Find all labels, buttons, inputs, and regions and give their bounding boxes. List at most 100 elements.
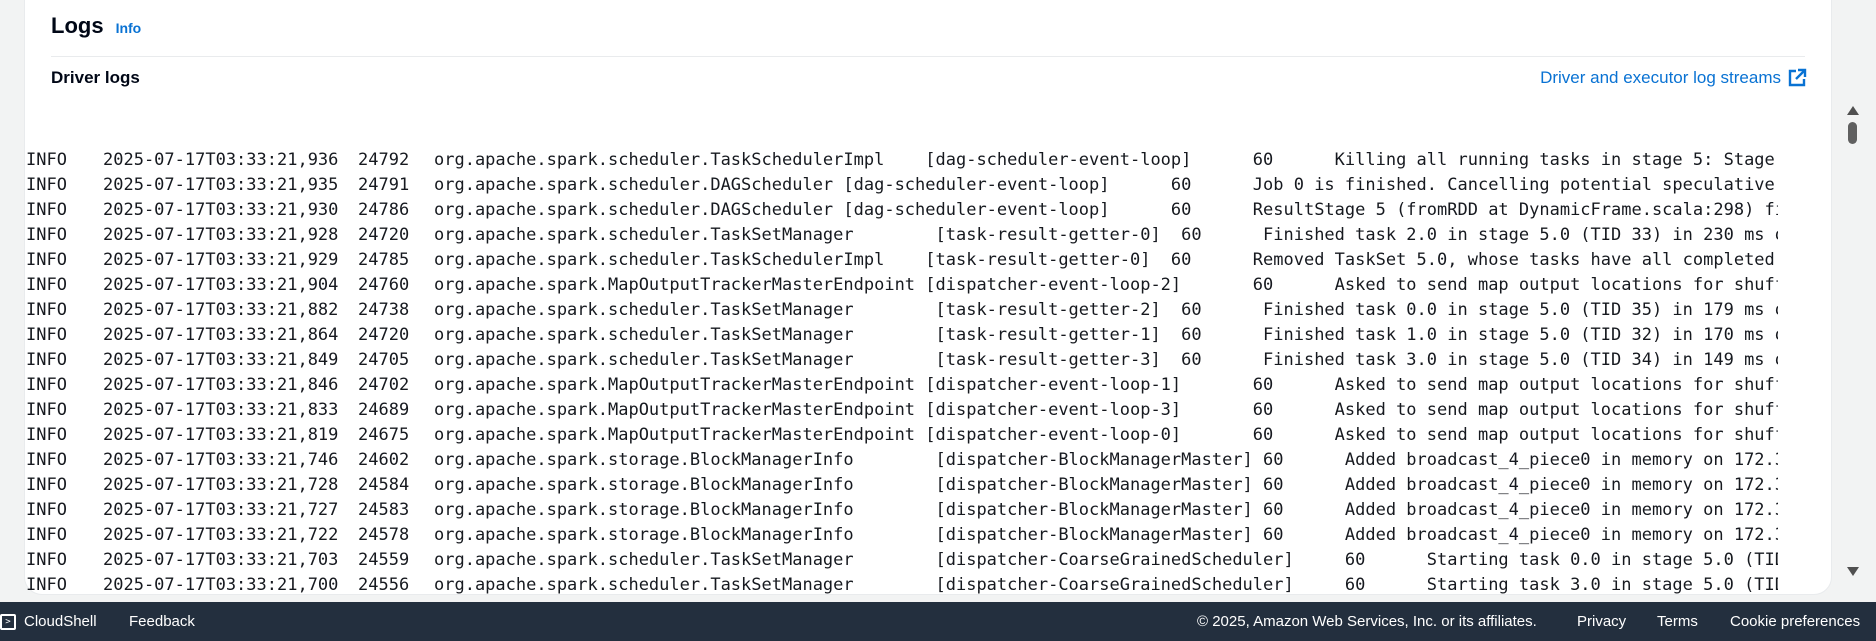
log-id: 24578	[358, 525, 410, 545]
log-timestamp: 2025-07-17T03:33:21,935	[103, 175, 339, 195]
log-level: INFO	[26, 300, 67, 320]
log-id: 24720	[358, 325, 410, 345]
cookie-preferences-link[interactable]: Cookie preferences	[1730, 602, 1860, 641]
log-message: org.apache.spark.scheduler.TaskSetManage…	[434, 325, 1778, 345]
cloudshell-button[interactable]: > CloudShell	[0, 602, 97, 641]
log-message: org.apache.spark.scheduler.TaskSetManage…	[434, 575, 1778, 595]
log-line: INFO 2025-07-17T03:33:21,819 24675 org.apac…	[26, 423, 1778, 448]
log-timestamp: 2025-07-17T03:33:21,928	[103, 225, 339, 245]
log-timestamp: 2025-07-17T03:33:21,882	[103, 300, 339, 320]
log-timestamp: 2025-07-17T03:33:21,700	[103, 575, 339, 595]
log-level: INFO	[26, 175, 67, 195]
log-level: INFO	[26, 450, 67, 470]
log-level: INFO	[26, 475, 67, 495]
privacy-link[interactable]: Privacy	[1577, 602, 1626, 641]
log-id: 24584	[358, 475, 410, 495]
log-line: INFO 2025-07-17T03:33:21,849 24705 org.apac…	[26, 348, 1778, 373]
log-id: 24720	[358, 225, 410, 245]
log-id: 24675	[358, 425, 410, 445]
log-level: INFO	[26, 375, 67, 395]
log-id: 24602	[358, 450, 410, 470]
log-message: org.apache.spark.scheduler.TaskSetManage…	[434, 550, 1778, 570]
logs-title: Logs	[51, 13, 104, 38]
log-line: INFO 2025-07-17T03:33:21,930 24786 org.apac…	[26, 198, 1778, 223]
terms-link[interactable]: Terms	[1657, 602, 1698, 641]
log-timestamp: 2025-07-17T03:33:21,703	[103, 550, 339, 570]
log-level: INFO	[26, 500, 67, 520]
log-id: 24702	[358, 375, 410, 395]
log-message: org.apache.spark.MapOutputTrackerMasterE…	[434, 400, 1778, 420]
log-timestamp: 2025-07-17T03:33:21,864	[103, 325, 339, 345]
logs-header: Logs Info	[51, 13, 141, 39]
log-timestamp: 2025-07-17T03:33:21,930	[103, 200, 339, 220]
divider	[51, 56, 1805, 57]
log-message: org.apache.spark.scheduler.TaskSetManage…	[434, 300, 1778, 320]
log-line: INFO 2025-07-17T03:33:21,703 24559 org.apac…	[26, 548, 1778, 573]
log-level: INFO	[26, 200, 67, 220]
log-message: org.apache.spark.storage.BlockManagerInf…	[434, 475, 1778, 495]
log-id: 24760	[358, 275, 410, 295]
footer: > CloudShell Feedback © 2025, Amazon Web…	[0, 602, 1876, 641]
log-message: org.apache.spark.scheduler.TaskSetManage…	[434, 225, 1778, 245]
log-level: INFO	[26, 350, 67, 370]
scroll-up-icon[interactable]	[1847, 106, 1859, 115]
log-id: 24791	[358, 175, 410, 195]
log-id: 24556	[358, 575, 410, 595]
log-timestamp: 2025-07-17T03:33:21,833	[103, 400, 339, 420]
log-timestamp: 2025-07-17T03:33:21,727	[103, 500, 339, 520]
log-timestamp: 2025-07-17T03:33:21,936	[103, 150, 339, 170]
log-message: org.apache.spark.scheduler.TaskScheduler…	[434, 250, 1778, 270]
log-timestamp: 2025-07-17T03:33:21,904	[103, 275, 339, 295]
log-message: org.apache.spark.MapOutputTrackerMasterE…	[434, 275, 1778, 295]
log-line: INFO 2025-07-17T03:33:21,746 24602 org.apac…	[26, 448, 1778, 473]
external-link-icon	[1788, 68, 1807, 87]
log-timestamp: 2025-07-17T03:33:21,746	[103, 450, 339, 470]
log-timestamp: 2025-07-17T03:33:21,728	[103, 475, 339, 495]
log-level: INFO	[26, 250, 67, 270]
log-message: org.apache.spark.storage.BlockManagerInf…	[434, 500, 1778, 520]
cloudshell-label: CloudShell	[24, 613, 97, 630]
log-line: INFO 2025-07-17T03:33:21,728 24584 org.apac…	[26, 473, 1778, 498]
driver-logs-title: Driver logs	[51, 68, 140, 87]
log-line: INFO 2025-07-17T03:33:21,722 24578 org.apac…	[26, 523, 1778, 548]
info-link[interactable]: Info	[116, 20, 142, 36]
log-timestamp: 2025-07-17T03:33:21,846	[103, 375, 339, 395]
log-line: INFO 2025-07-17T03:33:21,904 24760 org.apac…	[26, 273, 1778, 298]
log-line: INFO 2025-07-17T03:33:21,833 24689 org.apac…	[26, 398, 1778, 423]
log-level: INFO	[26, 400, 67, 420]
log-timestamp: 2025-07-17T03:33:21,722	[103, 525, 339, 545]
log-line: INFO 2025-07-17T03:33:21,928 24720 org.apac…	[26, 223, 1778, 248]
log-level: INFO	[26, 325, 67, 345]
terminal-icon: >	[0, 613, 16, 630]
scroll-down-icon[interactable]	[1847, 567, 1859, 576]
log-id: 24738	[358, 300, 410, 320]
log-level: INFO	[26, 225, 67, 245]
feedback-link[interactable]: Feedback	[129, 602, 195, 641]
log-streams-link-label: Driver and executor log streams	[1540, 68, 1781, 87]
log-line: INFO 2025-07-17T03:33:21,864 24720 org.apac…	[26, 323, 1778, 348]
log-line: INFO 2025-07-17T03:33:21,700 24556 org.apac…	[26, 573, 1778, 598]
log-output[interactable]: INFO 2025-07-17T03:33:21,936 24792 org.apac…	[26, 148, 1778, 612]
log-id: 24583	[358, 500, 410, 520]
log-id: 24786	[358, 200, 410, 220]
log-message: org.apache.spark.storage.BlockManagerInf…	[434, 450, 1778, 470]
log-message: org.apache.spark.MapOutputTrackerMasterE…	[434, 375, 1778, 395]
vertical-scrollbar[interactable]	[1842, 106, 1864, 576]
log-level: INFO	[26, 275, 67, 295]
log-message: org.apache.spark.scheduler.DAGScheduler …	[434, 200, 1778, 220]
log-message: org.apache.spark.scheduler.TaskScheduler…	[434, 150, 1778, 170]
log-id: 24689	[358, 400, 410, 420]
log-line: INFO 2025-07-17T03:33:21,935 24791 org.apac…	[26, 173, 1778, 198]
log-level: INFO	[26, 550, 67, 570]
log-line: INFO 2025-07-17T03:33:21,727 24583 org.apac…	[26, 498, 1778, 523]
log-message: org.apache.spark.scheduler.TaskSetManage…	[434, 350, 1778, 370]
copyright-text: © 2025, Amazon Web Services, Inc. or its…	[1197, 613, 1537, 630]
vertical-scroll-thumb[interactable]	[1848, 122, 1857, 144]
log-streams-link[interactable]: Driver and executor log streams	[1540, 68, 1807, 88]
log-id: 24559	[358, 550, 410, 570]
log-lines-container: INFO 2025-07-17T03:33:21,936 24792 org.apac…	[26, 148, 1778, 612]
log-level: INFO	[26, 525, 67, 545]
log-level: INFO	[26, 575, 67, 595]
log-timestamp: 2025-07-17T03:33:21,849	[103, 350, 339, 370]
log-timestamp: 2025-07-17T03:33:21,929	[103, 250, 339, 270]
